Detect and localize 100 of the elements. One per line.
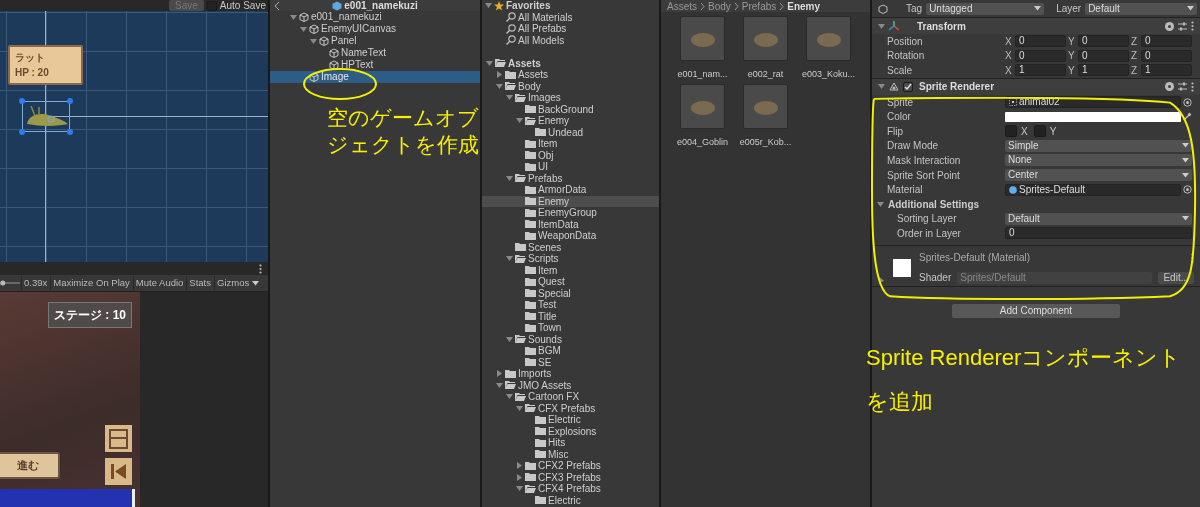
more-icon[interactable] bbox=[1191, 21, 1194, 31]
folder-item[interactable]: Town bbox=[482, 322, 659, 334]
zoom-slider[interactable] bbox=[0, 280, 20, 286]
creature-thumbnail[interactable] bbox=[680, 16, 725, 61]
flip-checkbox[interactable] bbox=[1033, 125, 1046, 138]
favorite-item[interactable]: All Prefabs bbox=[482, 23, 659, 35]
folder-item[interactable]: Enemy bbox=[482, 195, 659, 207]
number-field[interactable]: 1 bbox=[1078, 64, 1129, 77]
folder-item[interactable]: Hits bbox=[482, 437, 659, 449]
skip-back-icon[interactable] bbox=[105, 458, 132, 485]
breadcrumb-link[interactable]: Prefabs bbox=[741, 0, 777, 12]
folder-item[interactable]: Explosions bbox=[482, 425, 659, 437]
dropdown[interactable]: None bbox=[1005, 154, 1192, 167]
number-field[interactable]: 0 bbox=[1078, 49, 1129, 62]
creature-thumbnail[interactable] bbox=[806, 16, 851, 61]
color-swatch[interactable] bbox=[1005, 111, 1181, 122]
object-picker-icon[interactable] bbox=[1183, 97, 1192, 107]
number-field[interactable]: 0 bbox=[1015, 35, 1066, 48]
folder-item[interactable]: JMO Assets bbox=[482, 379, 659, 391]
more-icon[interactable] bbox=[259, 263, 262, 274]
number-field[interactable]: 0 bbox=[1141, 35, 1192, 48]
folder-item[interactable]: Item bbox=[482, 138, 659, 150]
folder-item[interactable]: Undead bbox=[482, 126, 659, 138]
folder-item[interactable]: Special bbox=[482, 287, 659, 299]
number-field[interactable]: 0 bbox=[1005, 227, 1192, 240]
enable-checkbox[interactable] bbox=[903, 81, 913, 92]
resize-handle[interactable] bbox=[19, 98, 25, 104]
more-icon[interactable] bbox=[1191, 252, 1194, 263]
object-picker-icon[interactable] bbox=[1183, 185, 1192, 195]
folder-item[interactable]: CFX3 Prefabs bbox=[482, 471, 659, 483]
hierarchy-item[interactable]: HPText bbox=[270, 59, 480, 71]
creature-thumbnail[interactable] bbox=[743, 16, 788, 61]
favorite-item[interactable]: All Models bbox=[482, 34, 659, 46]
folder-item[interactable]: Enemy bbox=[482, 115, 659, 127]
toolbar-toggle[interactable]: Maximize On Play bbox=[50, 275, 132, 291]
folder-item[interactable]: Prefabs bbox=[482, 172, 659, 184]
folder-item[interactable]: BGM bbox=[482, 345, 659, 357]
add-component-button[interactable]: Add Component bbox=[952, 303, 1120, 318]
toolbar-toggle[interactable]: Mute Audio bbox=[132, 275, 186, 291]
flip-checkbox[interactable] bbox=[1005, 125, 1017, 138]
folder-item[interactable]: CFX Prefabs bbox=[482, 402, 659, 414]
folder-item[interactable]: ItemData bbox=[482, 218, 659, 230]
favorites-header[interactable]: Favorites bbox=[482, 0, 659, 12]
folder-item[interactable]: Item bbox=[482, 264, 659, 276]
folder-item[interactable]: BackGround bbox=[482, 103, 659, 115]
folder-item[interactable]: Assets bbox=[482, 57, 659, 69]
hierarchy-item[interactable]: Panel bbox=[270, 35, 480, 47]
folder-item[interactable]: Electric bbox=[482, 414, 659, 426]
breadcrumb-link[interactable]: Body bbox=[708, 0, 731, 12]
eyedropper-icon[interactable] bbox=[1183, 112, 1192, 122]
breadcrumb-link[interactable]: Assets bbox=[667, 0, 697, 12]
folder-item[interactable]: Test bbox=[482, 299, 659, 311]
component-header[interactable]: Transform bbox=[872, 17, 1200, 34]
favorite-item[interactable]: All Materials bbox=[482, 11, 659, 23]
folder-item[interactable]: CFX2 Prefabs bbox=[482, 460, 659, 472]
component-header[interactable]: Sprite Renderer bbox=[872, 77, 1200, 95]
folder-item[interactable]: ArmorData bbox=[482, 184, 659, 196]
number-field[interactable]: 0 bbox=[1078, 35, 1129, 48]
layer-dropdown[interactable]: Default bbox=[1085, 2, 1198, 15]
resize-handle[interactable] bbox=[67, 129, 73, 135]
folder-item[interactable]: Electric bbox=[482, 494, 659, 506]
folder-item[interactable]: Imports bbox=[482, 368, 659, 380]
folder-item[interactable]: Sounds bbox=[482, 333, 659, 345]
number-field[interactable]: 0 bbox=[1141, 49, 1192, 62]
breadcrumb-link[interactable]: Enemy bbox=[787, 0, 821, 12]
dropdown[interactable]: Simple bbox=[1005, 139, 1192, 152]
folder-item[interactable]: Quest bbox=[482, 276, 659, 288]
edit-button[interactable]: Edit... bbox=[1158, 271, 1194, 284]
folder-item[interactable]: Assets bbox=[482, 69, 659, 81]
creature-thumbnail[interactable] bbox=[743, 84, 788, 129]
caret-icon[interactable] bbox=[878, 276, 885, 284]
sliders-icon[interactable] bbox=[1178, 82, 1187, 92]
toolbar-toggle[interactable]: Stats bbox=[186, 275, 213, 291]
sliders-icon[interactable] bbox=[1178, 21, 1187, 31]
folder-item[interactable]: Body bbox=[482, 80, 659, 92]
creature-thumbnail[interactable] bbox=[680, 84, 725, 129]
folder-item[interactable]: Scripts bbox=[482, 253, 659, 265]
number-field[interactable]: 1 bbox=[1141, 64, 1192, 77]
selection-rect[interactable] bbox=[22, 101, 70, 132]
resize-handle[interactable] bbox=[67, 98, 73, 104]
hierarchy-item[interactable]: NameText bbox=[270, 47, 480, 59]
folder-item[interactable]: Misc bbox=[482, 448, 659, 460]
folder-item[interactable]: WeaponData bbox=[482, 230, 659, 242]
dropdown[interactable]: Default bbox=[1005, 212, 1192, 225]
folder-item[interactable]: Obj bbox=[482, 149, 659, 161]
folder-item[interactable]: UI bbox=[482, 161, 659, 173]
hierarchy-item[interactable]: e001_namekuzi bbox=[270, 11, 480, 23]
back-icon[interactable] bbox=[274, 2, 280, 10]
folder-item[interactable]: Images bbox=[482, 92, 659, 104]
folder-item[interactable]: Scenes bbox=[482, 241, 659, 253]
folder-item[interactable]: EnemyGroup bbox=[482, 207, 659, 219]
advance-button[interactable]: 進む bbox=[0, 452, 60, 479]
tag-dropdown[interactable]: Untagged bbox=[926, 2, 1045, 15]
number-field[interactable]: 1 bbox=[1015, 64, 1066, 77]
folder-item[interactable]: Title bbox=[482, 310, 659, 322]
slider-thumb[interactable] bbox=[0, 280, 6, 286]
folder-item[interactable]: CFX4 Prefabs bbox=[482, 483, 659, 495]
auto-save-checkbox[interactable] bbox=[206, 0, 217, 11]
object-field[interactable]: Sprites-Default bbox=[1005, 183, 1181, 196]
hierarchy-item[interactable]: Image bbox=[270, 71, 480, 83]
